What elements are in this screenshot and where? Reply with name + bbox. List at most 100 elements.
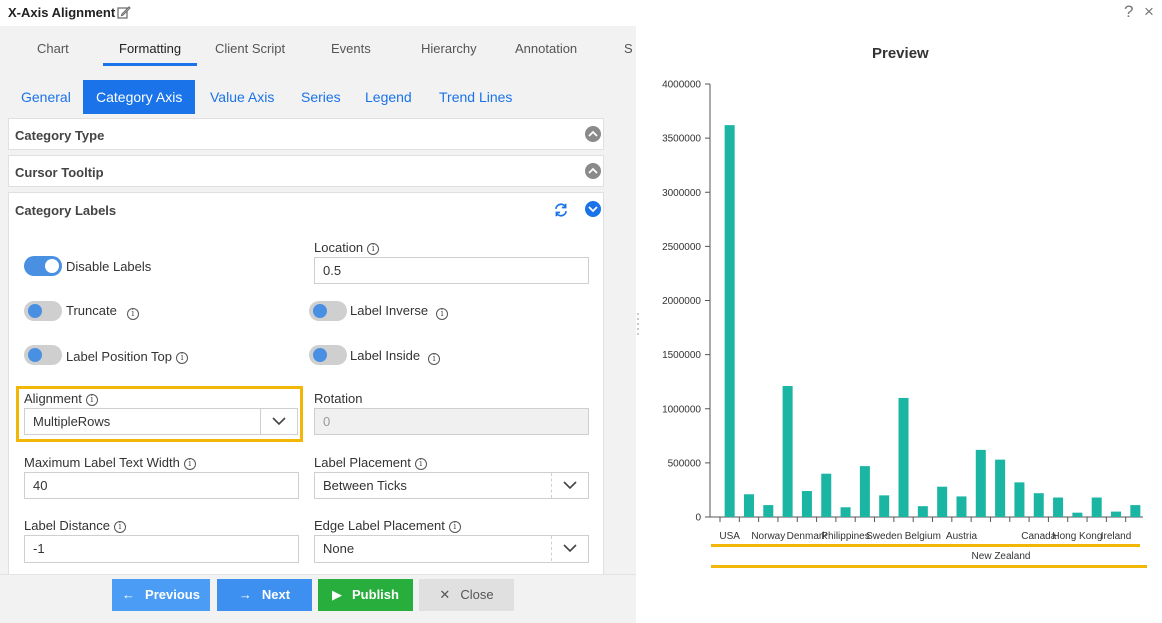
y-tick-label: 2500000 [662, 242, 701, 253]
bar [1130, 505, 1141, 517]
y-tick-label: 0 [695, 513, 701, 524]
bar [937, 486, 948, 517]
disable-labels-label: Disable Labels [66, 259, 152, 274]
x-tick-label: Sweden [866, 531, 902, 542]
label-inverse-toggle[interactable] [309, 301, 347, 321]
label-placement-select[interactable]: Between Ticks [314, 472, 589, 499]
alignment-value: MultipleRows [33, 414, 111, 429]
active-tab-indicator [103, 63, 197, 66]
next-button[interactable]: → Next [217, 579, 312, 611]
toggle-knob [313, 304, 327, 318]
info-icon[interactable]: i [183, 457, 196, 470]
panel-splitter[interactable] [636, 310, 640, 340]
chevron-up-icon[interactable] [585, 163, 601, 179]
bar [956, 496, 967, 517]
alignment-select[interactable]: MultipleRows [24, 408, 298, 435]
disable-labels-toggle[interactable] [24, 256, 62, 276]
close-icon[interactable]: × [1144, 2, 1154, 22]
info-icon[interactable]: i [367, 242, 380, 255]
label-position-top-label: Label Position Top i [66, 349, 189, 364]
max-label-width-input[interactable]: 40 [24, 472, 299, 499]
bar [801, 491, 812, 517]
subtab-legend[interactable]: Legend [352, 80, 425, 114]
section-category-type[interactable]: Category Type [8, 118, 604, 150]
tab-client-script[interactable]: Client Script [215, 41, 285, 56]
edit-icon[interactable] [117, 5, 131, 19]
subtab-general[interactable]: General [8, 80, 84, 114]
tab-events[interactable]: Events [331, 41, 371, 56]
preview-chart: 0 500000 1000000 1500000 2000000 2500000 30000… [643, 70, 1159, 580]
tab-more[interactable]: S [624, 41, 633, 56]
toggle-knob [28, 348, 42, 362]
x-tick-label: Ireland [1101, 531, 1132, 542]
rotation-input: 0 [314, 408, 589, 435]
window-title: X-Axis Alignment [8, 5, 116, 20]
toggle-knob [28, 304, 42, 318]
y-tick-label: 2000000 [662, 296, 701, 307]
bar [782, 386, 793, 517]
section-title-category-labels: Category Labels [15, 203, 117, 218]
edge-label-placement-label: Edge Label Placement i [314, 518, 461, 533]
max-label-width-label: Maximum Label Text Width i [24, 455, 196, 470]
main-tabs: Chart Formatting Client Script Events Hi… [0, 26, 636, 66]
x-tick-label: Philippines [821, 531, 869, 542]
chevron-down-icon[interactable] [551, 536, 588, 561]
section-category-labels[interactable]: Category Labels [8, 192, 604, 229]
x-tick-label: Hong Kong [1052, 531, 1102, 542]
bar [995, 459, 1006, 517]
preview-title: Preview [872, 45, 929, 62]
y-tick-label: 500000 [668, 458, 702, 469]
truncate-toggle[interactable] [24, 301, 62, 321]
info-icon[interactable]: i [448, 520, 461, 533]
chevron-down-icon[interactable] [551, 473, 588, 498]
footer-bar: ← Previous → Next ▶ Publish ✕ Close [0, 574, 636, 623]
truncate-label: Truncate i [66, 303, 139, 321]
tab-annotation[interactable]: Annotation [515, 41, 577, 56]
chevron-down-icon[interactable] [260, 409, 297, 434]
location-input[interactable]: 0.5 [314, 257, 589, 284]
info-icon[interactable]: i [114, 520, 126, 533]
close-icon: ✕ [439, 587, 451, 602]
info-icon[interactable]: i [414, 457, 427, 470]
close-button[interactable]: ✕ Close [419, 579, 514, 611]
edge-label-placement-value: None [323, 541, 355, 556]
bar [821, 473, 832, 517]
help-icon[interactable]: ? [1124, 2, 1133, 22]
chevron-up-icon[interactable] [585, 126, 601, 142]
bar [859, 466, 870, 517]
label-inside-toggle[interactable] [309, 345, 347, 365]
y-tick-label: 1500000 [662, 350, 701, 361]
subtab-trend-lines[interactable]: Trend Lines [426, 80, 525, 114]
section-cursor-tooltip[interactable]: Cursor Tooltip [8, 155, 604, 187]
label-distance-label: Label Distance i [24, 518, 126, 533]
bar-chart: 0 500000 1000000 1500000 2000000 2500000 30000… [662, 80, 1147, 568]
publish-button[interactable]: ▶ Publish [318, 579, 413, 611]
edge-label-placement-select[interactable]: None [314, 535, 589, 563]
tab-formatting[interactable]: Formatting [119, 41, 181, 56]
bar [743, 494, 754, 517]
subtab-series[interactable]: Series [288, 80, 354, 114]
x-tick-label: Austria [946, 531, 978, 542]
bar [1091, 497, 1102, 517]
refresh-icon[interactable] [553, 202, 569, 218]
section-title-cursor-tooltip: Cursor Tooltip [15, 165, 104, 180]
bar [1053, 497, 1064, 517]
subtab-category-axis[interactable]: Category Axis [83, 80, 196, 114]
info-icon[interactable]: i [436, 308, 449, 321]
info-icon[interactable]: i [428, 352, 441, 365]
bar [917, 506, 928, 517]
subtab-value-axis[interactable]: Value Axis [197, 80, 287, 114]
toggle-knob [313, 348, 327, 362]
label-position-top-toggle[interactable] [24, 345, 62, 365]
tab-hierarchy[interactable]: Hierarchy [421, 41, 477, 56]
info-icon[interactable]: i [176, 351, 189, 364]
bar [1111, 511, 1122, 517]
previous-button[interactable]: ← Previous [112, 579, 210, 611]
info-icon[interactable]: i [85, 393, 98, 406]
tab-chart[interactable]: Chart [37, 41, 69, 56]
info-icon[interactable]: i [126, 308, 139, 321]
row-highlight-line [711, 544, 1140, 547]
label-inverse-label: Label Inverse i [350, 303, 449, 321]
chevron-down-icon[interactable] [585, 201, 601, 217]
label-distance-input[interactable]: -1 [24, 535, 299, 563]
